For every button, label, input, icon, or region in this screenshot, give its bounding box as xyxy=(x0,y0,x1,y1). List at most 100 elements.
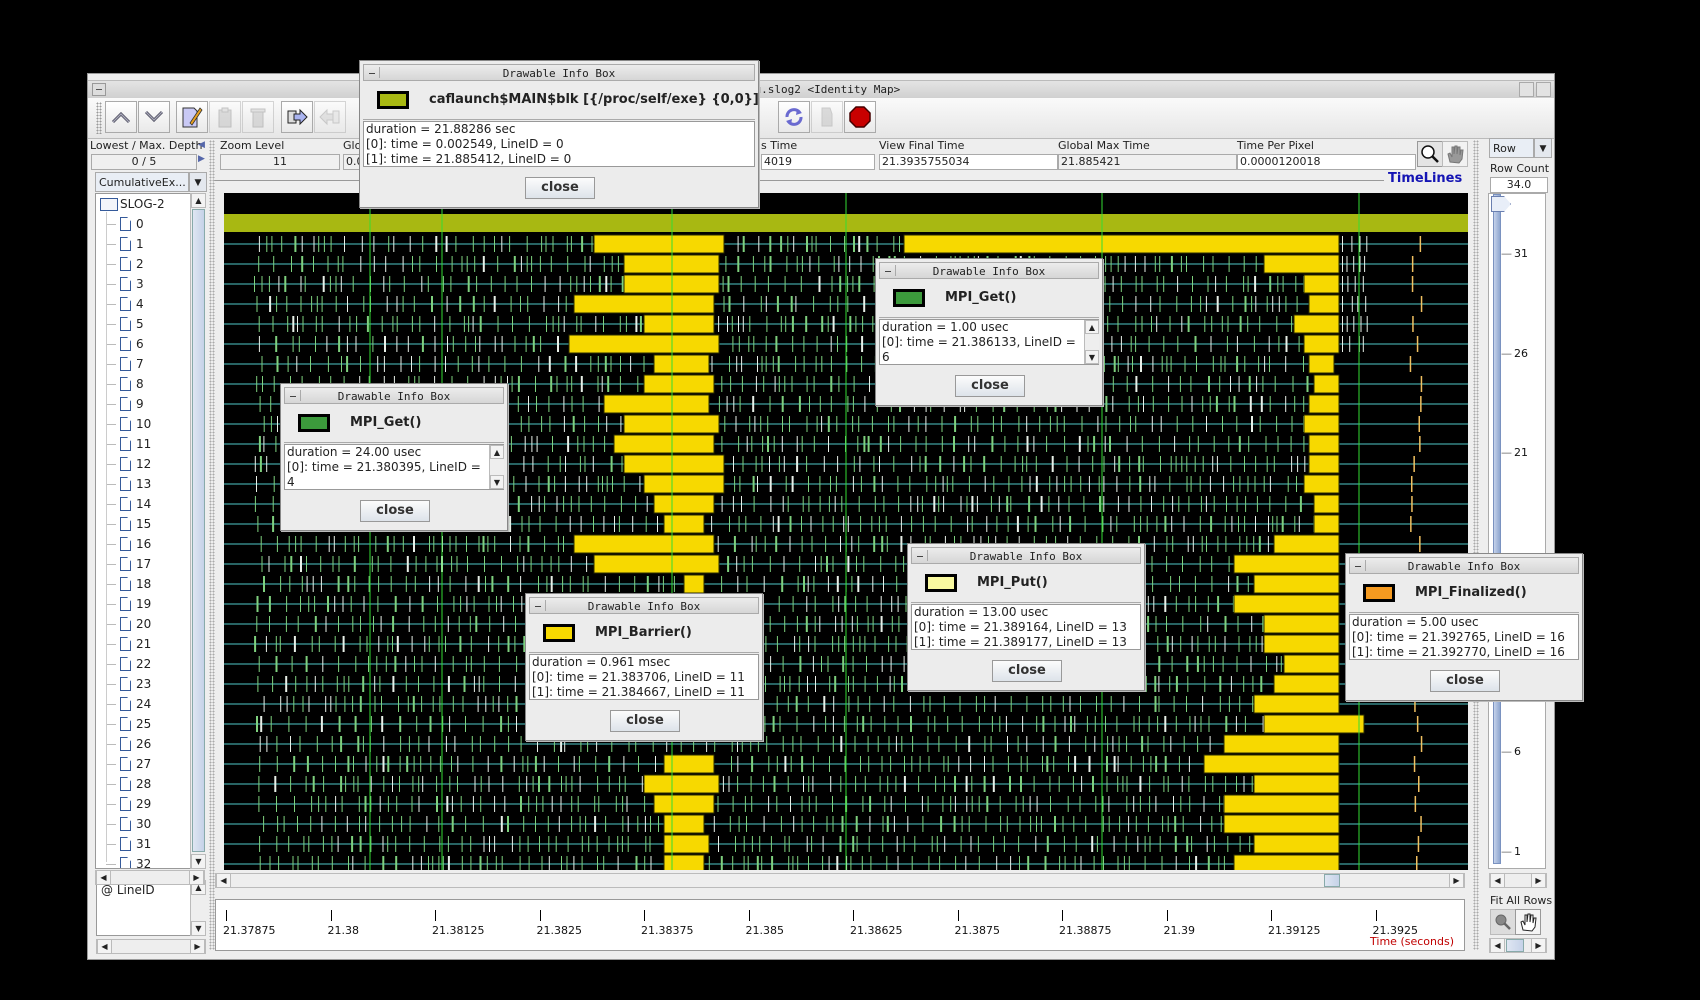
mpi-event-state[interactable] xyxy=(261,276,263,292)
mpi-event-state[interactable] xyxy=(1148,336,1150,352)
mpi-event-state[interactable] xyxy=(805,316,808,332)
mpi-event-state[interactable] xyxy=(1169,676,1171,692)
mpi-event-state[interactable] xyxy=(619,316,621,332)
mpi-event-state[interactable] xyxy=(1160,456,1161,472)
mpi-event-state[interactable] xyxy=(849,316,852,332)
mpi-event-state[interactable] xyxy=(860,756,861,772)
scrollbar-thumb[interactable] xyxy=(192,209,205,852)
mpi-event-state[interactable] xyxy=(893,676,895,692)
mpi-event-state[interactable] xyxy=(542,796,544,812)
mpi-event-state[interactable] xyxy=(746,816,747,832)
mpi-event-state[interactable] xyxy=(536,796,538,812)
mpi-event-state[interactable] xyxy=(752,256,754,272)
mpi-event-state[interactable] xyxy=(556,496,558,512)
mpi-event-state[interactable] xyxy=(263,436,265,452)
mpi-event-state[interactable] xyxy=(1204,676,1206,692)
mpi-event-state[interactable] xyxy=(276,796,277,812)
mpi-event-state[interactable] xyxy=(1135,416,1137,432)
mpi-event-state[interactable] xyxy=(992,756,994,772)
mpi-event-state[interactable] xyxy=(1170,456,1172,472)
mpi-event-state[interactable] xyxy=(854,736,856,752)
mpi-event-state[interactable] xyxy=(808,496,810,512)
mpi-event-state[interactable] xyxy=(1170,576,1172,592)
mpi-event-state[interactable] xyxy=(486,856,488,870)
mpi-event-state[interactable] xyxy=(1072,776,1074,792)
mpi-event-state[interactable] xyxy=(527,756,529,772)
mpi-event-state[interactable] xyxy=(351,836,354,852)
mpi-event-state[interactable] xyxy=(290,556,293,572)
mpi-event-state[interactable] xyxy=(1296,476,1297,492)
mpi-event-state[interactable] xyxy=(519,536,521,552)
mpi-event-state[interactable] xyxy=(570,556,572,572)
mpi-event-state[interactable] xyxy=(770,496,772,512)
mpi-event-state[interactable] xyxy=(792,856,794,870)
mpi-event-state[interactable] xyxy=(580,376,583,392)
mpi-event-state[interactable] xyxy=(725,256,727,272)
mpi-event-state[interactable] xyxy=(618,516,620,532)
mpi-event-state[interactable] xyxy=(493,296,496,312)
mpi-event-state[interactable] xyxy=(795,296,797,312)
mpi-event-state[interactable] xyxy=(855,596,857,612)
mpi-event-state[interactable] xyxy=(452,336,454,352)
mpi-event-state[interactable] xyxy=(1128,496,1130,512)
mpi-event-state[interactable] xyxy=(419,256,421,272)
mpi-event-state[interactable] xyxy=(447,336,448,352)
mpi-barrier-state[interactable] xyxy=(1253,774,1340,794)
mpi-event-state[interactable] xyxy=(1094,716,1096,732)
mpi-event-state[interactable] xyxy=(375,536,377,552)
mpi-event-state[interactable] xyxy=(1086,716,1088,732)
mpi-event-state[interactable] xyxy=(563,396,565,412)
mpi-event-state[interactable] xyxy=(298,336,300,352)
mpi-event-state[interactable] xyxy=(1342,316,1343,332)
mpi-event-state[interactable] xyxy=(254,636,257,652)
mpi-event-state[interactable] xyxy=(398,696,399,712)
mpi-event-state[interactable] xyxy=(550,376,553,392)
refresh-button[interactable] xyxy=(778,101,810,133)
mpi-event-state[interactable] xyxy=(510,296,512,312)
mpi-event-state[interactable] xyxy=(1114,456,1116,472)
mpi-event-state[interactable] xyxy=(1003,836,1005,852)
mpi-event-state[interactable] xyxy=(754,416,756,432)
mpi-event-state[interactable] xyxy=(1182,556,1183,572)
mpi-event-state[interactable] xyxy=(925,436,927,452)
mpi-event-state[interactable] xyxy=(928,856,930,870)
mpi-event-state[interactable] xyxy=(306,756,309,772)
mpi-event-state[interactable] xyxy=(799,556,801,572)
mpi-barrier-state[interactable] xyxy=(1233,594,1340,614)
mpi-event-state[interactable] xyxy=(1269,476,1271,492)
mpi-event-state[interactable] xyxy=(1149,476,1151,492)
mpi-event-state[interactable] xyxy=(1104,436,1106,452)
mpi-event-state[interactable] xyxy=(612,476,613,492)
mpi-event-state[interactable] xyxy=(545,236,547,252)
mpi-event-state[interactable] xyxy=(433,676,435,692)
mpi-event-state[interactable] xyxy=(1190,476,1192,492)
mpi-event-state[interactable] xyxy=(1028,496,1031,512)
mpi-event-state[interactable] xyxy=(1228,396,1230,412)
mpi-event-state[interactable] xyxy=(857,436,859,452)
mpi-event-state[interactable] xyxy=(598,796,600,812)
mpi-event-state[interactable] xyxy=(898,496,900,512)
mpi-event-state[interactable] xyxy=(603,256,605,272)
mpi-event-state[interactable] xyxy=(1175,596,1177,612)
mpi-event-state[interactable] xyxy=(868,756,870,772)
mpi-event-state[interactable] xyxy=(1117,316,1119,332)
mpi-event-state[interactable] xyxy=(711,516,713,532)
mpi-event-state[interactable] xyxy=(821,656,822,672)
mpi-event-state[interactable] xyxy=(474,776,476,792)
mpi-event-state[interactable] xyxy=(978,796,980,812)
mpi-event-state[interactable] xyxy=(472,296,475,312)
mpi-event-state[interactable] xyxy=(497,316,499,332)
mpi-event-state[interactable] xyxy=(256,476,257,492)
mpi-event-state[interactable] xyxy=(776,296,779,312)
mpi-event-state[interactable] xyxy=(961,816,963,832)
mpi-event-state[interactable] xyxy=(416,716,418,732)
mpi-event-state[interactable] xyxy=(935,476,937,492)
mpi-event-state[interactable] xyxy=(268,596,271,612)
mpi-event-state[interactable] xyxy=(322,276,325,292)
mpi-event-state[interactable] xyxy=(1126,736,1128,752)
mpi-event-state[interactable] xyxy=(597,376,599,392)
mpi-event-state[interactable] xyxy=(335,796,337,812)
mpi-event-state[interactable] xyxy=(1268,516,1269,532)
mpi-event-state[interactable] xyxy=(322,676,324,692)
mpi-event-state[interactable] xyxy=(1292,376,1294,392)
